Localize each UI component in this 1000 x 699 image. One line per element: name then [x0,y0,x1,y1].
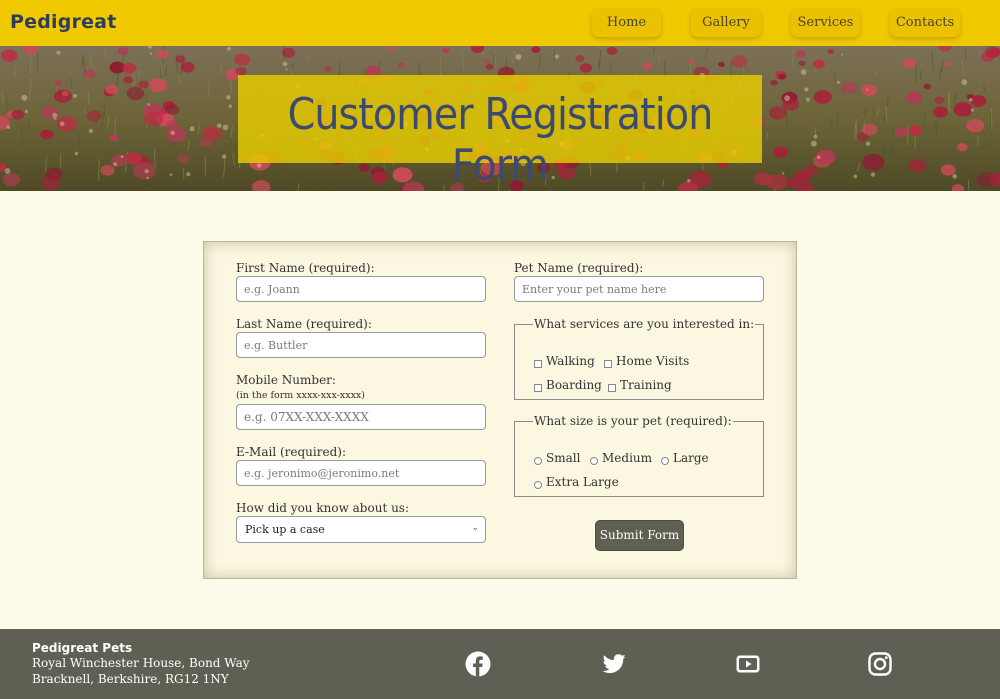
walking-label[interactable]: Walking [546,354,595,368]
services-legend: What services are you interested in: [534,317,755,331]
hero-title-box: Customer Registration Form [238,75,762,191]
size-large-radio[interactable] [661,457,669,465]
size-small-radio[interactable] [534,457,542,465]
referral-select[interactable]: Pick up a case ⌄ [236,516,486,543]
walking-checkbox[interactable] [534,360,542,368]
nav-gallery-link[interactable]: Gallery [691,9,761,37]
size-small-label[interactable]: Small [546,451,580,465]
submit-button[interactable]: Submit Form [595,520,684,551]
training-checkbox[interactable] [608,384,616,392]
home-visits-checkbox[interactable] [604,360,612,368]
twitter-icon[interactable] [601,651,627,677]
nav-contacts-link[interactable]: Contacts [890,9,960,37]
email-label: E-Mail (required): [236,445,346,459]
last-name-input[interactable] [236,332,486,358]
home-visits-label[interactable]: Home Visits [616,354,689,368]
top-navbar: Pedigreat Home Gallery Services Contacts [0,0,1000,46]
size-medium-radio[interactable] [590,457,598,465]
footer: Pedigreat Pets Royal Winchester House, B… [0,629,1000,699]
size-extra-large-label[interactable]: Extra Large [546,475,619,489]
referral-selected-value: Pick up a case [245,523,325,536]
brand-logo[interactable]: Pedigreat [10,11,117,33]
first-name-input[interactable] [236,276,486,302]
nav-services-link[interactable]: Services [791,9,860,37]
services-fieldset: What services are you interested in: Wal… [514,317,764,400]
last-name-label: Last Name (required): [236,317,372,331]
size-large-label[interactable]: Large [673,451,709,465]
pet-name-label: Pet Name (required): [514,261,644,275]
hero-banner: Customer Registration Form [0,46,1000,191]
size-extra-large-radio[interactable] [534,481,542,489]
mobile-format-hint: (in the form xxxx-xxx-xxxx) [236,390,365,401]
boarding-label[interactable]: Boarding [546,378,602,392]
pet-name-input[interactable] [514,276,764,302]
boarding-checkbox[interactable] [534,384,542,392]
email-input[interactable] [236,460,486,486]
footer-company-name: Pedigreat Pets [32,641,133,655]
youtube-icon[interactable] [735,651,761,677]
pet-size-legend: What size is your pet (required): [534,414,732,428]
first-name-label: First Name (required): [236,261,375,275]
mobile-input[interactable] [236,404,486,430]
footer-address-line2: Bracknell, Berkshire, RG12 1NY [32,672,229,686]
mobile-label: Mobile Number: [236,373,336,387]
pet-size-fieldset: What size is your pet (required): Small … [514,414,764,497]
facebook-icon[interactable] [465,651,491,677]
size-medium-label[interactable]: Medium [602,451,652,465]
training-label[interactable]: Training [620,378,672,392]
referral-label: How did you know about us: [236,501,410,515]
footer-address-line1: Royal Winchester House, Bond Way [32,656,250,670]
page-title: Customer Registration Form [287,89,714,191]
instagram-icon[interactable] [867,651,893,677]
chevron-down-icon: ⌄ [471,523,479,533]
nav-home-link[interactable]: Home [592,9,661,37]
registration-form: First Name (required): Last Name (requir… [203,241,797,579]
